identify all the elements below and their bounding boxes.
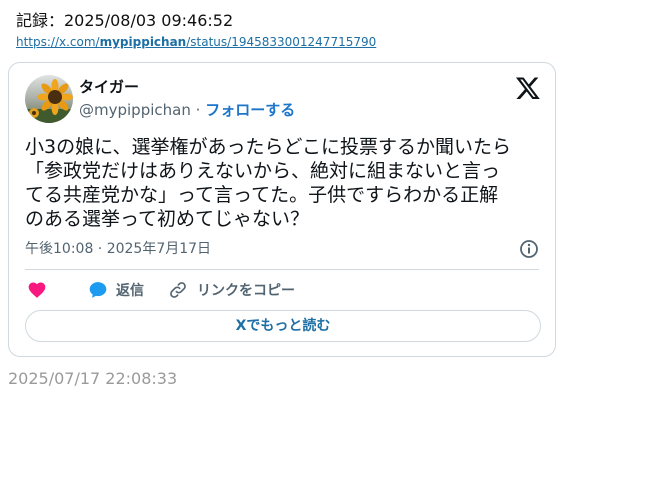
tweet-timestamp[interactable]: 午後10:08 · 2025年7月17日 <box>25 240 211 258</box>
record-timestamp: 記録：2025/08/03 09:46:52 <box>16 11 234 30</box>
url-prefix: https://x.com/ <box>16 35 100 49</box>
tweet-actions: 返信 リンクをコピー <box>25 279 545 301</box>
tweet-text-line: 小3の娘に、選挙権があったらどこに投票するか聞いたら <box>25 136 511 158</box>
archived-timestamp: 2025/07/17 22:08:33 <box>8 369 178 388</box>
x-logo-icon[interactable] <box>515 75 541 101</box>
link-icon <box>170 282 186 298</box>
reply-bubble-icon <box>89 282 107 298</box>
divider <box>25 269 539 270</box>
tweet-text: 小3の娘に、選挙権があったらどこに投票するか聞いたら 「参政党だけはありえないか… <box>25 135 545 231</box>
sunflower-avatar <box>25 75 73 123</box>
user-handle[interactable]: @mypippichan <box>79 101 191 119</box>
copy-link-button[interactable]: リンクをコピー <box>168 279 295 301</box>
tweet-text-line: 「参政党だけはありえないから、絶対に組まないと言っ <box>25 160 501 182</box>
info-icon[interactable] <box>519 239 539 259</box>
copy-link-label: リンクをコピー <box>197 283 295 299</box>
read-more-button[interactable]: Xでもっと読む <box>25 310 541 342</box>
reply-label: 返信 <box>116 283 144 299</box>
follow-button[interactable]: フォローする <box>205 101 295 119</box>
url-suffix: /status/1945833001247715790 <box>186 35 377 49</box>
url-user: mypippichan <box>99 35 187 49</box>
tweet-text-line: のある選挙って初めてじゃない？ <box>25 208 310 230</box>
source-url-link[interactable]: https://x.com/mypippichan/status/1945833… <box>16 34 376 50</box>
heart-icon <box>28 282 46 298</box>
handle-row: @mypippichan · フォローする <box>79 100 295 120</box>
separator-dot: · <box>195 101 201 119</box>
tweet-text-line: てる共産党かな」って言ってた。子供ですらわかる正解 <box>25 184 499 206</box>
reply-button[interactable]: 返信 <box>88 279 144 301</box>
avatar[interactable] <box>25 75 73 123</box>
embedded-tweet-card: タイガー @mypippichan · フォローする 小3の娘に、選挙権があった… <box>8 62 556 357</box>
like-button[interactable] <box>27 279 47 301</box>
display-name[interactable]: タイガー <box>79 77 139 97</box>
